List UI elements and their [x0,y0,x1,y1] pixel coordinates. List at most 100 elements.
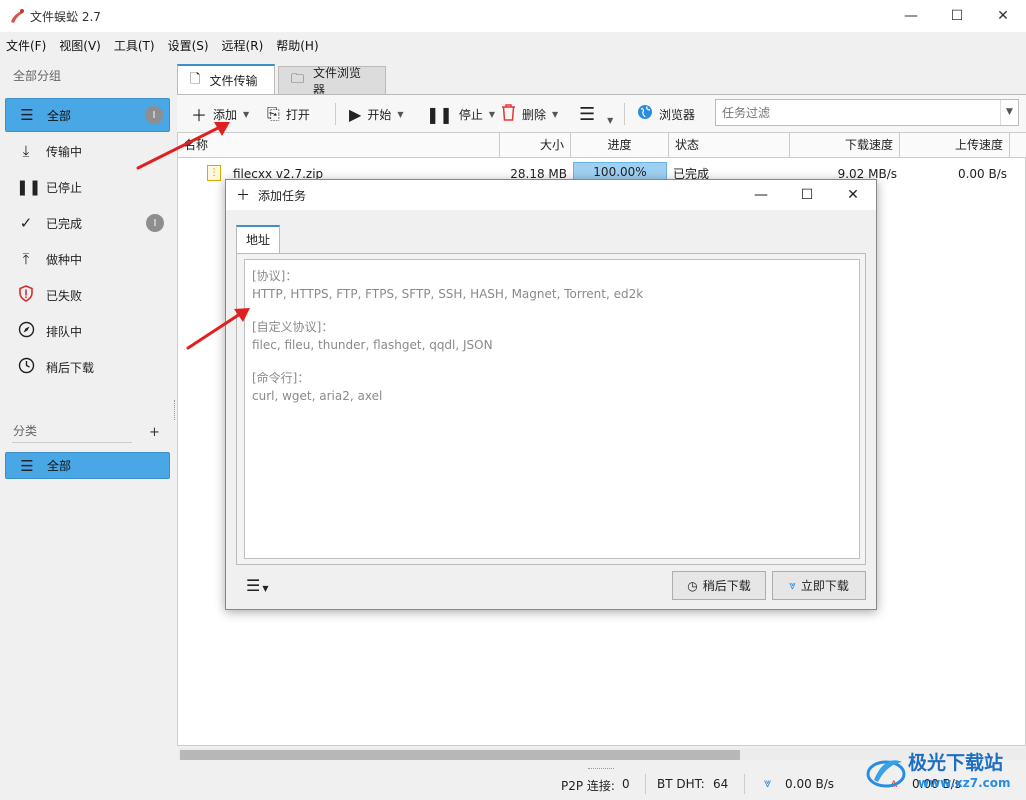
list-icon: ☰ [20,456,34,475]
clock-icon: ◷ [687,578,698,593]
scrollbar-thumb[interactable] [180,750,740,760]
compass-icon [16,321,36,342]
menu-icon: ☰ [579,103,596,125]
sidebar-item-queued[interactable]: 排队中 [5,314,170,348]
upload-icon: ⤒ [22,250,30,268]
download-now-label: 立即下载 [800,579,849,593]
delete-button[interactable]: 删除 ▼ [501,95,558,133]
sidebar-item-completed[interactable]: ✓ 已完成 I [5,206,170,240]
download-later-label: 稍后下载 [702,579,751,593]
stop-button[interactable]: ❚❚ 停止 ▼ [426,95,495,133]
sidebar-item-label: 已失败 [46,288,83,303]
menu-help[interactable]: 帮助(H) [276,37,318,54]
file-icon: 🗋 [190,71,201,87]
sidebar-item-stopped[interactable]: ❚❚ 已停止 [5,170,170,204]
download-now-button[interactable]: ⩔ 立即下载 [772,571,866,600]
category-divider [12,442,132,443]
column-upload-speed[interactable]: 上传速度 [900,133,1010,158]
watermark-url: www.xz7.com [918,776,1011,790]
app-logo-icon [11,9,24,23]
chevron-down-icon: ▼ [262,584,269,593]
menu-tools[interactable]: 工具(T) [114,37,155,54]
toolbar-separator [624,103,625,125]
menu-remote[interactable]: 远程(R) [222,37,264,54]
browser-button[interactable]: 浏览器 [637,95,695,133]
open-button[interactable]: ⎘ 打开 [267,95,310,133]
chevron-down-icon: ▼ [243,109,250,119]
more-menu-button[interactable]: ☰ ▼ [579,95,613,133]
window-title: 文件蜈蚣 2.7 [30,10,101,24]
sidebar-item-download-later[interactable]: 稍后下载 [5,350,170,384]
delete-label: 删除 [522,107,547,122]
list-icon: ☰ [20,106,34,124]
tab-label: 文件浏览器 [313,65,362,97]
toolbar-separator [335,103,336,125]
minimize-button[interactable]: — [888,0,934,32]
dialog-menu-button[interactable]: ☰ ▼ [246,576,269,595]
dht-label: BT DHT: [657,777,705,791]
hint-heading: [命令行]： [252,371,310,385]
menu-settings[interactable]: 设置(S) [168,37,209,54]
tab-address[interactable]: 地址 [236,225,280,254]
tab-file-browser[interactable]: 🗀 文件浏览器 [278,66,386,97]
hint-value: HTTP, HTTPS, FTP, FTPS, SFTP, SSH, HASH,… [252,287,644,301]
dialog-minimize-button[interactable]: — [738,180,784,210]
resize-grip[interactable] [588,768,614,773]
sidebar-item-seeding[interactable]: ⤒ 做种中 [5,242,170,276]
add-category-button[interactable]: + [149,425,160,440]
menu-bar: 文件(F) 视图(V) 工具(T) 设置(S) 远程(R) 帮助(H) [0,32,1026,58]
menu-icon: ☰ [246,576,261,595]
trash-icon [501,103,516,125]
column-progress[interactable]: 进度 [571,133,669,158]
task-filter-input[interactable] [716,100,1000,125]
download-icon: ⤓ [22,142,30,160]
column-status[interactable]: 状态 [669,133,790,158]
title-bar: 文件蜈蚣 2.7 — ☐ ✕ [0,0,1026,32]
start-label: 开始 [367,107,392,122]
play-icon: ▶ [349,104,362,124]
group-header: 全部分组 [13,69,62,83]
menu-file[interactable]: 文件(F) [6,37,46,54]
download-speed-icon: ⩔ [764,776,772,791]
browser-label: 浏览器 [659,107,696,122]
status-separator [744,774,745,794]
close-button[interactable]: ✕ [980,0,1026,32]
hint-value: filec, fileu, thunder, flashget, qqdl, J… [252,338,493,352]
chevron-down-icon[interactable]: ▼ [1000,100,1018,125]
sidebar-item-failed[interactable]: 已失败 [5,278,170,312]
sidebar-item-label: 已停止 [46,180,83,195]
column-size[interactable]: 大小 [500,133,571,158]
p2p-label: P2P 连接: [561,779,615,793]
add-task-dialog: ＋ 添加任务 — ☐ ✕ 地址 [协议]： HTTP, HTTPS, FTP, … [225,179,877,610]
menu-view[interactable]: 视图(V) [59,37,101,54]
maximize-button[interactable]: ☐ [934,0,980,32]
pause-icon: ❚❚ [426,104,453,124]
category-item-label: 全部 [47,459,72,473]
address-textarea[interactable]: [协议]： HTTP, HTTPS, FTP, FTPS, SFTP, SSH,… [244,259,860,559]
folder-icon: 🗀 [291,71,305,87]
hint-heading: [协议]： [252,269,298,283]
status-separator [645,774,646,794]
column-download-speed[interactable]: 下载速度 [790,133,900,158]
dht-value: 64 [713,777,729,791]
task-filter-combobox[interactable]: ▼ [715,99,1019,126]
check-icon: ✓ [19,214,33,232]
download-speed: 0.00 B/s [785,777,835,791]
category-item-all[interactable]: ☰ 全部 [5,452,170,479]
open-file-icon: ⎘ [267,104,280,123]
tab-label: 文件传输 [209,74,258,88]
chevron-down-icon: ▼ [552,109,559,119]
chevron-down-icon: ▼ [607,115,614,125]
start-button[interactable]: ▶ 开始 ▼ [349,95,403,133]
tab-file-transfer[interactable]: 🗋 文件传输 [177,64,275,95]
sidebar-item-label: 排队中 [46,324,83,339]
chevron-double-down-icon: ⩔ [789,578,796,592]
dialog-title-bar: ＋ 添加任务 — ☐ ✕ [226,180,876,210]
dialog-close-button[interactable]: ✕ [830,180,876,210]
chevron-down-icon: ▼ [488,109,495,119]
dialog-maximize-button[interactable]: ☐ [784,180,830,210]
download-later-button[interactable]: ◷ 稍后下载 [672,571,766,600]
row-upload-speed: 0.00 B/s [957,167,1007,181]
splitter-handle[interactable] [174,400,176,420]
sidebar-item-label: 稍后下载 [46,360,95,375]
